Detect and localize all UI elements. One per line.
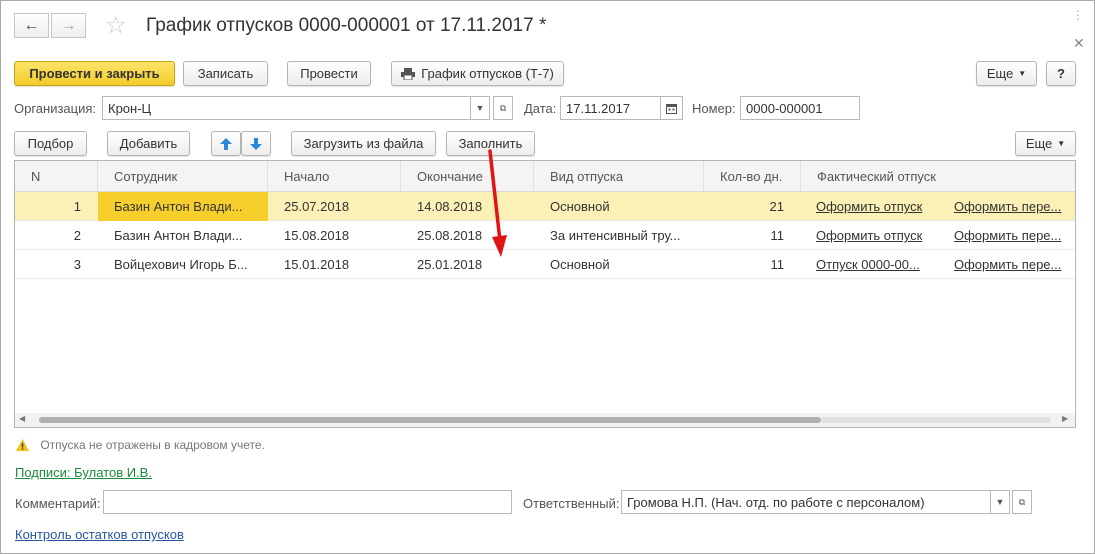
pick-button[interactable]: Подбор — [14, 131, 87, 156]
chevron-down-icon: ▼ — [1018, 69, 1027, 78]
open-form-icon: ⧉ — [499, 102, 507, 113]
column-header-end[interactable]: Окончание — [401, 161, 534, 192]
warning-text: Отпуска не отражены в кадровом учете. — [40, 438, 265, 452]
cell-employee[interactable]: Базин Антон Влади... — [98, 192, 268, 221]
cell-end[interactable]: 25.01.2018 — [417, 250, 534, 279]
column-header-kind[interactable]: Вид отпуска — [534, 161, 704, 192]
table-more-button[interactable]: Еще ▼ — [1015, 131, 1076, 156]
cell-end[interactable]: 25.08.2018 — [417, 221, 534, 250]
cell-start[interactable]: 25.07.2018 — [284, 192, 401, 221]
number-label: Номер: — [692, 101, 736, 116]
cell-transfer-link[interactable]: Оформить пере... — [954, 221, 1064, 250]
save-button[interactable]: Записать — [183, 61, 268, 86]
table-row[interactable]: 3 Войцехович Игорь Б... 15.01.2018 25.01… — [15, 250, 1075, 279]
cell-days[interactable]: 11 — [704, 250, 785, 279]
more-label: Еще — [986, 66, 1014, 81]
calendar-icon — [666, 103, 677, 114]
table-header: N Сотрудник Начало Окончание Вид отпуска… — [15, 161, 1075, 192]
date-field[interactable]: 17.11.2017 — [560, 96, 661, 120]
signatures-link[interactable]: Подписи: Булатов И.В. — [15, 465, 152, 480]
cell-start[interactable]: 15.08.2018 — [284, 221, 401, 250]
scroll-left-icon[interactable]: ◀ — [19, 414, 25, 423]
organization-label: Организация: — [14, 101, 97, 116]
post-and-close-button[interactable]: Провести и закрыть — [14, 61, 175, 86]
more-vertical-icon[interactable]: ⋮ — [1072, 9, 1084, 21]
date-label: Дата: — [524, 101, 557, 116]
move-up-button[interactable] — [211, 131, 241, 156]
cell-fact-link[interactable]: Отпуск 0000-00... — [816, 250, 938, 279]
document-window: ← → ☆ График отпусков 0000-000001 от 17.… — [0, 0, 1095, 554]
chevron-down-icon: ▼ — [995, 497, 1005, 507]
chevron-down-icon: ▼ — [1057, 139, 1066, 148]
arrow-right-icon: → — [60, 16, 77, 34]
column-header-n[interactable]: N — [15, 161, 98, 192]
calendar-button[interactable] — [660, 96, 683, 120]
vacation-table: N Сотрудник Начало Окончание Вид отпуска… — [14, 160, 1076, 428]
print-t7-button[interactable]: График отпусков (Т-7) — [391, 61, 564, 86]
post-button[interactable]: Провести — [287, 61, 371, 86]
column-header-days[interactable]: Кол-во дн. — [704, 161, 801, 192]
cell-transfer-link[interactable]: Оформить пере... — [954, 192, 1064, 221]
warning-icon — [16, 439, 29, 451]
arrow-up-icon — [220, 137, 232, 150]
arrow-left-icon: ← — [23, 16, 40, 34]
column-header-employee[interactable]: Сотрудник — [98, 161, 268, 192]
chevron-down-icon: ▼ — [475, 103, 485, 113]
comment-field[interactable] — [103, 490, 512, 514]
cell-end[interactable]: 14.08.2018 — [417, 192, 534, 221]
move-down-button[interactable] — [241, 131, 271, 156]
back-button[interactable]: ← — [14, 13, 49, 38]
more-menu-button[interactable]: Еще ▼ — [976, 61, 1037, 86]
cell-employee[interactable]: Базин Антон Влади... — [114, 221, 268, 250]
vacation-balance-link[interactable]: Контроль остатков отпусков — [15, 527, 184, 542]
cell-n: 2 — [73, 228, 81, 243]
table-more-label: Еще — [1025, 136, 1053, 151]
comment-label: Комментарий: — [15, 496, 101, 511]
warning-message: Отпуска не отражены в кадровом учете. — [16, 438, 265, 452]
number-field[interactable]: 0000-000001 — [740, 96, 860, 120]
cell-kind[interactable]: За интенсивный тру... — [550, 221, 704, 250]
print-t7-label: График отпусков (Т-7) — [421, 66, 554, 81]
cell-days[interactable]: 21 — [704, 192, 784, 221]
responsible-label: Ответственный: — [523, 496, 620, 511]
table-row[interactable]: 2 Базин Антон Влади... 15.08.2018 25.08.… — [15, 221, 1075, 250]
responsible-dropdown-button[interactable]: ▼ — [990, 490, 1010, 514]
help-button[interactable]: ? — [1046, 61, 1076, 86]
table-row[interactable]: 1 Базин Антон Влади... 25.07.2018 14.08.… — [15, 192, 1075, 221]
cell-n: 3 — [73, 257, 81, 272]
arrow-down-icon — [250, 137, 262, 150]
page-title: График отпусков 0000-000001 от 17.11.201… — [146, 15, 547, 36]
cell-employee[interactable]: Войцехович Игорь Б... — [114, 250, 268, 279]
organization-open-button[interactable]: ⧉ — [493, 96, 513, 120]
close-icon[interactable]: ✕ — [1073, 35, 1085, 52]
cell-fact-link[interactable]: Оформить отпуск — [816, 221, 938, 250]
cell-kind[interactable]: Основной — [550, 192, 704, 221]
cell-start[interactable]: 15.01.2018 — [284, 250, 401, 279]
responsible-open-button[interactable]: ⧉ — [1012, 490, 1032, 514]
cell-fact-link[interactable]: Оформить отпуск — [816, 192, 938, 221]
scroll-right-icon[interactable]: ▶ — [1062, 414, 1068, 423]
scrollbar-track — [821, 417, 1051, 423]
star-icon[interactable]: ☆ — [105, 13, 131, 39]
responsible-field[interactable]: Громова Н.П. (Нач. отд. по работе с перс… — [621, 490, 991, 514]
organization-dropdown-button[interactable]: ▼ — [470, 96, 490, 120]
open-form-icon: ⧉ — [1018, 496, 1026, 507]
organization-field[interactable]: Крон-Ц — [102, 96, 471, 120]
load-from-file-button[interactable]: Загрузить из файла — [291, 131, 436, 156]
forward-button[interactable]: → — [51, 13, 86, 38]
scrollbar-thumb[interactable] — [39, 417, 821, 423]
cell-transfer-link[interactable]: Оформить пере... — [954, 250, 1064, 279]
annotation-arrow-icon — [488, 149, 507, 257]
cell-days[interactable]: 11 — [704, 221, 785, 250]
add-button[interactable]: Добавить — [107, 131, 190, 156]
column-header-start[interactable]: Начало — [268, 161, 401, 192]
column-header-fact[interactable]: Фактический отпуск — [801, 161, 1075, 192]
horizontal-scrollbar[interactable]: ◀ ▶ — [15, 413, 1075, 427]
printer-icon — [401, 67, 416, 80]
cell-kind[interactable]: Основной — [550, 250, 704, 279]
cell-n: 1 — [73, 199, 81, 214]
